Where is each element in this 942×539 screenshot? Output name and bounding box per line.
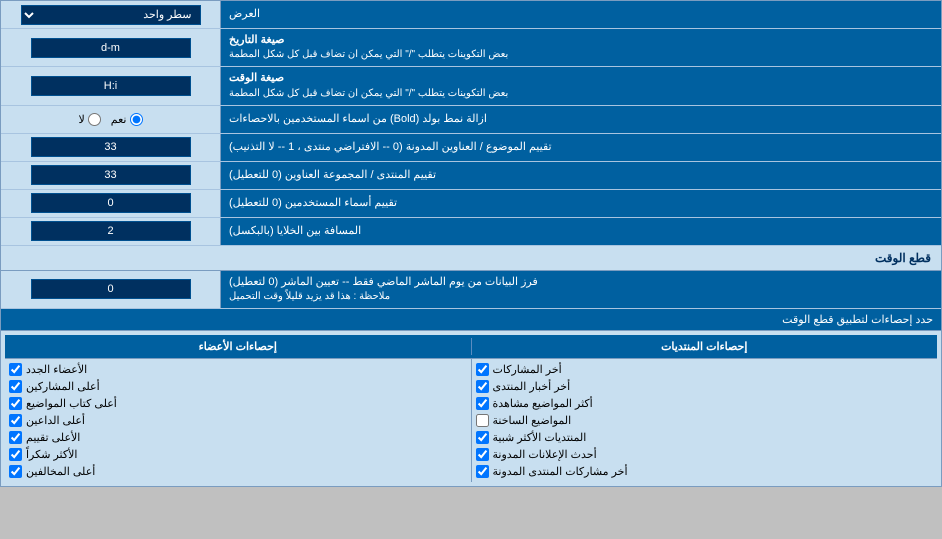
sort-topic-row: تقييم الموضوع / العناوين المدونة (0 -- ا…: [1, 134, 941, 162]
display-input-cell: سطر واحد سطرين ثلاثة أسطر: [1, 1, 221, 28]
time-format-label: صيغة الوقت بعض التكوينات يتطلب "/" التي …: [221, 67, 941, 104]
stat-checkbox-5[interactable]: [476, 431, 489, 444]
stat-member-checkbox-3[interactable]: [9, 397, 22, 410]
display-select[interactable]: سطر واحد سطرين ثلاثة أسطر: [21, 5, 201, 25]
cutoff-label: فرز البيانات من يوم الماشر الماضي فقط --…: [221, 271, 941, 308]
sort-topic-input[interactable]: [31, 137, 191, 157]
bold-yes-label[interactable]: نعم: [111, 113, 143, 126]
stat-item-1: أخر المشاركات: [476, 361, 934, 378]
bold-no-radio[interactable]: [88, 113, 101, 126]
display-row: العرض سطر واحد سطرين ثلاثة أسطر: [1, 1, 941, 29]
stat-item-6: أحدث الإعلانات المدونة: [476, 446, 934, 463]
sort-users-row: تقييم أسماء المستخدمين (0 للتعطيل): [1, 190, 941, 218]
stat-item-3: أكثر المواضيع مشاهدة: [476, 395, 934, 412]
time-format-row: صيغة الوقت بعض التكوينات يتطلب "/" التي …: [1, 67, 941, 105]
stat-checkbox-6[interactable]: [476, 448, 489, 461]
stat-item-2: أخر أخبار المنتدى: [476, 378, 934, 395]
stats-list-members: الأعضاء الجدد أعلى المشاركين أعلى كتاب ا…: [5, 359, 471, 482]
sort-users-input[interactable]: [31, 193, 191, 213]
cutoff-input[interactable]: [31, 279, 191, 299]
stat-checkbox-1[interactable]: [476, 363, 489, 376]
stat-checkbox-2[interactable]: [476, 380, 489, 393]
time-format-input-cell: [1, 67, 221, 104]
stat-member-item-1: الأعضاء الجدد: [9, 361, 467, 378]
spacing-label: المسافة بين الخلايا (بالبكسل): [221, 218, 941, 245]
spacing-input-cell: [1, 218, 221, 245]
display-label: العرض: [221, 1, 941, 28]
stat-member-checkbox-7[interactable]: [9, 465, 22, 478]
bold-row: ازالة نمط بولد (Bold) من اسماء المستخدمي…: [1, 106, 941, 134]
stat-member-item-6: الأكثر شكراً: [9, 446, 467, 463]
stat-member-item-4: أعلى الداعين: [9, 412, 467, 429]
stats-container: إحصاءات المنتديات إحصاءات الأعضاء أخر ال…: [1, 331, 941, 486]
date-format-input[interactable]: [31, 38, 191, 58]
sort-forum-input-cell: [1, 162, 221, 189]
stat-checkbox-4[interactable]: [476, 414, 489, 427]
stat-member-item-5: الأعلى تقييم: [9, 429, 467, 446]
date-format-input-cell: [1, 29, 221, 66]
stat-checkbox-3[interactable]: [476, 397, 489, 410]
stats-limit-row: حدد إحصاءات لتطبيق قطع الوقت: [1, 309, 941, 331]
sort-topic-input-cell: [1, 134, 221, 161]
stat-item-7: أخر مشاركات المنتدى المدونة: [476, 463, 934, 480]
bold-radio-cell: نعم لا: [1, 106, 221, 133]
cutoff-section-header: قطع الوقت: [1, 246, 941, 271]
time-format-input[interactable]: [31, 76, 191, 96]
sort-topic-label: تقييم الموضوع / العناوين المدونة (0 -- ا…: [221, 134, 941, 161]
sort-forum-label: تقييم المنتدى / المجموعة العناوين (0 للت…: [221, 162, 941, 189]
sort-forum-row: تقييم المنتدى / المجموعة العناوين (0 للت…: [1, 162, 941, 190]
stats-body: أخر المشاركات أخر أخبار المنتدى أكثر الم…: [5, 359, 937, 482]
stat-checkbox-7[interactable]: [476, 465, 489, 478]
cutoff-row: فرز البيانات من يوم الماشر الماضي فقط --…: [1, 271, 941, 309]
stat-member-checkbox-6[interactable]: [9, 448, 22, 461]
main-container: العرض سطر واحد سطرين ثلاثة أسطر صيغة الت…: [0, 0, 942, 487]
stat-item-5: المنتديات الأكثر شبية: [476, 429, 934, 446]
stat-member-item-2: أعلى المشاركين: [9, 378, 467, 395]
bold-yes-radio[interactable]: [130, 113, 143, 126]
stat-item-4: المواضيع الساخنة: [476, 412, 934, 429]
stat-member-checkbox-2[interactable]: [9, 380, 22, 393]
stats-list-forums: أخر المشاركات أخر أخبار المنتدى أكثر الم…: [471, 359, 938, 482]
stat-member-checkbox-1[interactable]: [9, 363, 22, 376]
bold-label: ازالة نمط بولد (Bold) من اسماء المستخدمي…: [221, 106, 941, 133]
date-format-row: صيغة التاريخ بعض التكوينات يتطلب "/" الت…: [1, 29, 941, 67]
bold-no-label[interactable]: لا: [79, 113, 101, 126]
stat-member-item-7: أعلى المخالفين: [9, 463, 467, 480]
stat-member-checkbox-4[interactable]: [9, 414, 22, 427]
sort-users-input-cell: [1, 190, 221, 217]
stats-col-header-1: إحصاءات المنتديات: [471, 338, 938, 355]
stats-col-header-2: إحصاءات الأعضاء: [5, 338, 471, 355]
stats-header-row: إحصاءات المنتديات إحصاءات الأعضاء: [5, 335, 937, 359]
stat-member-item-3: أعلى كتاب المواضيع: [9, 395, 467, 412]
date-format-label: صيغة التاريخ بعض التكوينات يتطلب "/" الت…: [221, 29, 941, 66]
sort-forum-input[interactable]: [31, 165, 191, 185]
spacing-row: المسافة بين الخلايا (بالبكسل): [1, 218, 941, 246]
cutoff-input-cell: [1, 271, 221, 308]
spacing-input[interactable]: [31, 221, 191, 241]
sort-users-label: تقييم أسماء المستخدمين (0 للتعطيل): [221, 190, 941, 217]
stat-member-checkbox-5[interactable]: [9, 431, 22, 444]
